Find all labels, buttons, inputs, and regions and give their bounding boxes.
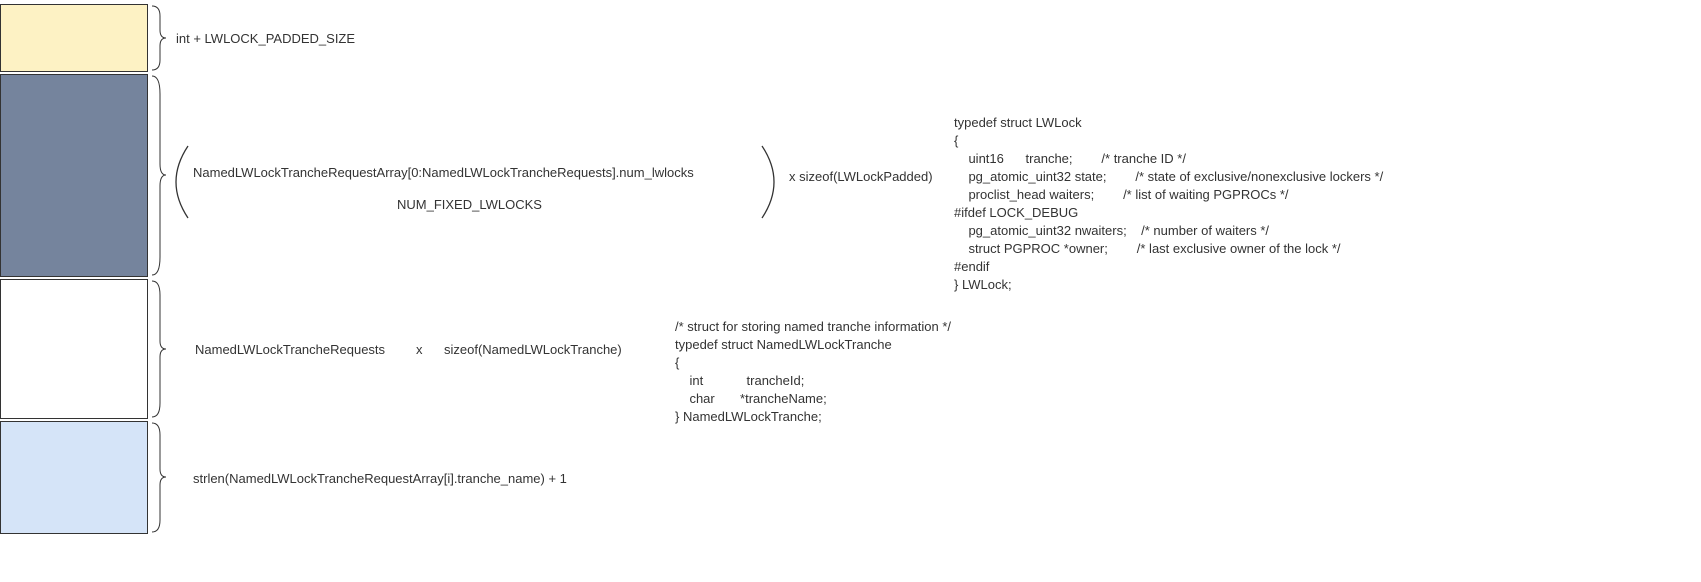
block-4 <box>0 421 148 534</box>
brace-4 <box>150 421 168 534</box>
block-1 <box>0 4 148 72</box>
row2-mult-label: x sizeof(LWLockPadded) <box>789 169 933 184</box>
row2-paren-line1: NamedLWLockTrancheRequestArray[0:NamedLW… <box>193 165 694 180</box>
block-2 <box>0 74 148 277</box>
row3-left-label: NamedLWLockTrancheRequests <box>195 342 385 357</box>
right-paren-large <box>758 144 776 220</box>
code-lwlock: typedef struct LWLock { uint16 tranche; … <box>954 114 1383 294</box>
row2-paren-line2: NUM_FIXED_LWLOCKS <box>397 197 542 212</box>
brace-2 <box>150 74 168 277</box>
left-paren-large <box>174 144 192 220</box>
brace-1 <box>150 4 168 72</box>
row1-label: int + LWLOCK_PADDED_SIZE <box>176 31 355 46</box>
row4-label: strlen(NamedLWLockTrancheRequestArray[i]… <box>193 471 567 486</box>
diagram-root: int + LWLOCK_PADDED_SIZE NamedLWLockTran… <box>0 0 1701 582</box>
row3-x-label: x <box>416 342 423 357</box>
row3-right-label: sizeof(NamedLWLockTranche) <box>444 342 622 357</box>
code-named-tranche: /* struct for storing named tranche info… <box>675 318 951 426</box>
brace-3 <box>150 279 168 419</box>
block-3 <box>0 279 148 419</box>
